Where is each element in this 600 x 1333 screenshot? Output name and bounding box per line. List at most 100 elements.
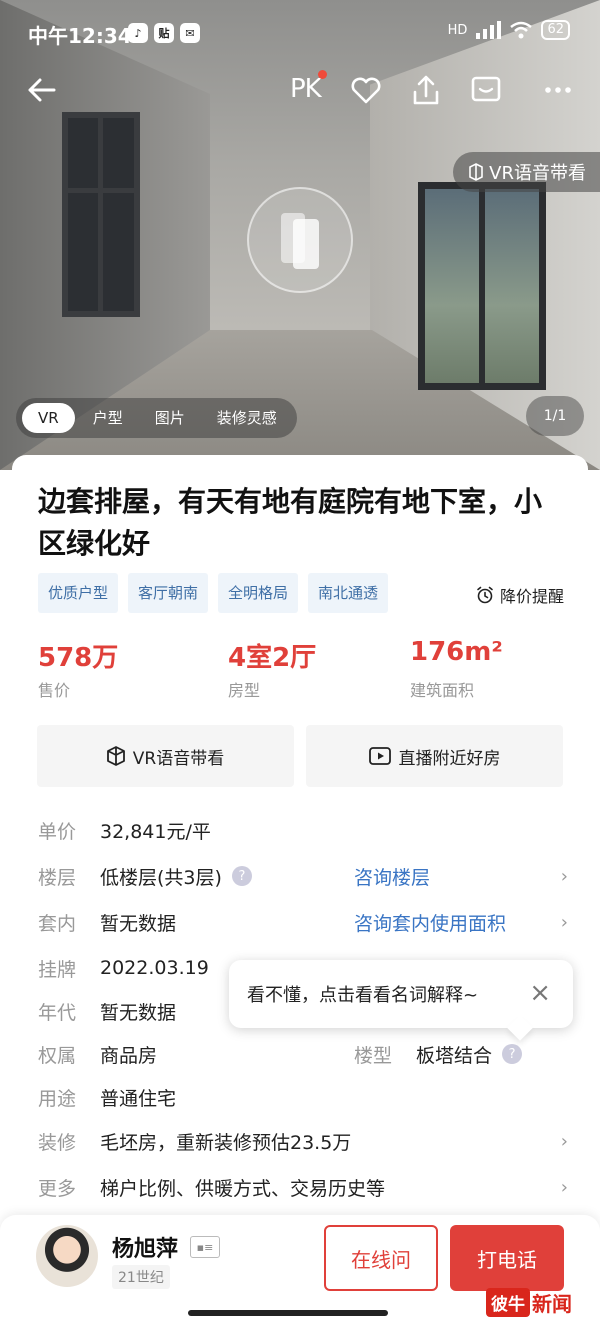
live-nearby-label: 直播附近好房 [398,748,501,769]
detail-value: 2022.03.19 [100,957,209,979]
status-indicators: HD 62 [448,20,570,40]
chevron-right-icon[interactable]: › [561,912,568,933]
tab-vr[interactable]: VR [22,403,75,433]
glossary-tooltip[interactable]: 看不懂，点击看看名词解释~ × [229,960,573,1028]
detail-row-usage: 用途 普通住宅 [38,1082,568,1112]
media-counter: 1/1 [526,396,584,436]
signal-icon [476,21,502,39]
pk-badge-dot [318,70,327,79]
agent-company-badge: 21世纪 [112,1265,170,1289]
detail-value-building-type: 板塔结合 ? [416,1041,523,1068]
more-options-icon[interactable] [540,72,576,108]
price-drop-alert-label: 降价提醒 [499,587,564,606]
detail-key: 单价 [38,820,77,843]
top-navigation: PK [0,68,600,112]
detail-value: 普通住宅 [100,1087,177,1110]
detail-key: 装修 [38,1131,77,1154]
detail-row-more[interactable]: 更多 梯户比例、供暖方式、交易历史等 › [38,1172,568,1202]
detail-key: 年代 [38,1001,77,1024]
watermark-text: 新闻 [532,1291,572,1316]
chevron-right-icon[interactable]: › [561,1177,568,1198]
consult-floor-link[interactable]: 咨询楼层 [354,863,430,890]
detail-row-inner-area: 套内 暂无数据 咨询套内使用面积 › [38,907,568,937]
detail-key: 套内 [38,912,77,935]
price-drop-alert-button[interactable]: 降价提醒 [476,583,564,607]
tiktok-icon: ♪ [128,23,148,43]
layout-value: 4室2厅 [228,643,317,673]
vr-panel-icon [281,213,319,269]
listing-title: 边套排屋，有天有地有庭院有地下室，小区绿化好 [38,485,543,560]
vr-enter-button[interactable] [247,187,353,293]
alarm-clock-icon [477,586,493,604]
tag: 客厅朝南 [128,573,209,613]
tag: 全明格局 [218,573,299,613]
stat-area: 176m² 建筑面积 [410,637,503,701]
detail-key-building-type: 楼型 [354,1044,393,1067]
detail-value: 暂无数据 [100,1001,177,1024]
vr-voice-guide-action-button[interactable]: VR语音带看 [37,725,294,787]
detail-row-unit-price: 单价 32,841元/平 [38,815,568,845]
close-icon[interactable]: × [529,980,551,1006]
status-bar: 中午12:34 ♪ 贴 ✉ HD 62 [0,14,600,52]
detail-value: 低楼层(共3层) [100,866,222,889]
vr-cube-icon [469,163,483,181]
tab-decor-inspiration[interactable]: 装修灵感 [203,403,291,433]
tab-photos[interactable]: 图片 [141,403,199,433]
tag: 优质户型 [38,573,119,613]
back-arrow-icon[interactable] [24,72,60,108]
detail-key: 用途 [38,1087,77,1110]
wifi-icon [510,21,533,39]
business-card-icon[interactable]: ▪≡ [190,1236,220,1258]
action-buttons: VR语音带看 直播附近好房 [37,725,563,787]
detail-value: 毛坯房，重新装修预估23.5万 [100,1131,352,1154]
detail-value: 商品房 [100,1044,158,1067]
detail-value: 暂无数据 [100,912,177,935]
detail-key: 权属 [38,1044,77,1067]
detail-key: 挂牌 [38,958,77,981]
stat-price: 578万 售价 [38,637,118,701]
consult-inner-area-link[interactable]: 咨询套内使用面积 [354,909,506,936]
home-indicator[interactable] [188,1310,388,1316]
live-nearby-button[interactable]: 直播附近好房 [306,725,563,787]
listing-card: 边套排屋，有天有地有庭院有地下室，小区绿化好 优质户型 客厅朝南 全明格局 南北… [12,455,588,1215]
vr-voice-guide-action-label: VR语音带看 [132,748,225,769]
building-type-value: 板塔结合 [416,1044,493,1067]
vr-voice-guide-label: VR语音带看 [489,163,586,184]
help-icon[interactable]: ? [502,1044,523,1064]
glossary-tooltip-text: 看不懂，点击看看名词解释~ [247,985,479,1006]
detail-value: 梯户比例、供暖方式、交易历史等 [100,1177,386,1200]
detail-row-decoration[interactable]: 装修 毛坯房，重新装修预估23.5万 › [38,1126,568,1156]
detail-row-floor: 楼层 低楼层(共3层) ? 咨询楼层 › [38,861,568,891]
agent-name: 杨旭萍 [112,1237,179,1262]
room-window [62,112,140,317]
network-label: HD [447,22,468,38]
chevron-right-icon[interactable]: › [561,866,568,887]
detail-row-ownership: 权属 商品房 楼型 板塔结合 ? [38,1039,568,1069]
media-type-tabs: VR 户型 图片 装修灵感 [16,398,297,438]
pk-compare-button[interactable]: PK [290,74,322,104]
favorite-heart-icon[interactable] [348,72,384,108]
detail-key: 楼层 [38,866,77,889]
area-label: 建筑面积 [410,681,475,700]
tag: 南北通透 [308,573,389,613]
vr-hero-image[interactable]: 中午12:34 ♪ 贴 ✉ HD 62 PK VR语音带看 VR 户型 图片 装… [0,0,600,470]
news-watermark-logo: 彼牛 新闻 [486,1282,572,1322]
message-icon[interactable] [468,72,504,108]
watermark-badge: 彼牛 [486,1287,530,1317]
feature-tags: 优质户型 客厅朝南 全明格局 南北通透 [38,573,389,613]
notes-app-icon: 贴 [154,23,174,43]
chevron-right-icon[interactable]: › [561,1131,568,1152]
tab-floorplan[interactable]: 户型 [79,403,137,433]
vr-voice-guide-button[interactable]: VR语音带看 [453,152,600,192]
agent-avatar[interactable] [36,1225,98,1287]
layout-label: 房型 [228,681,261,700]
stat-layout: 4室2厅 房型 [228,637,316,701]
price-label: 售价 [38,681,71,700]
status-app-icons: ♪ 贴 ✉ [128,23,200,43]
online-chat-button[interactable]: 在线问 [324,1225,438,1291]
detail-value: 32,841元/平 [100,820,211,843]
help-icon[interactable]: ? [231,866,252,886]
live-play-icon [368,747,391,765]
price-value: 578万 [38,643,119,673]
share-icon[interactable] [408,72,444,108]
